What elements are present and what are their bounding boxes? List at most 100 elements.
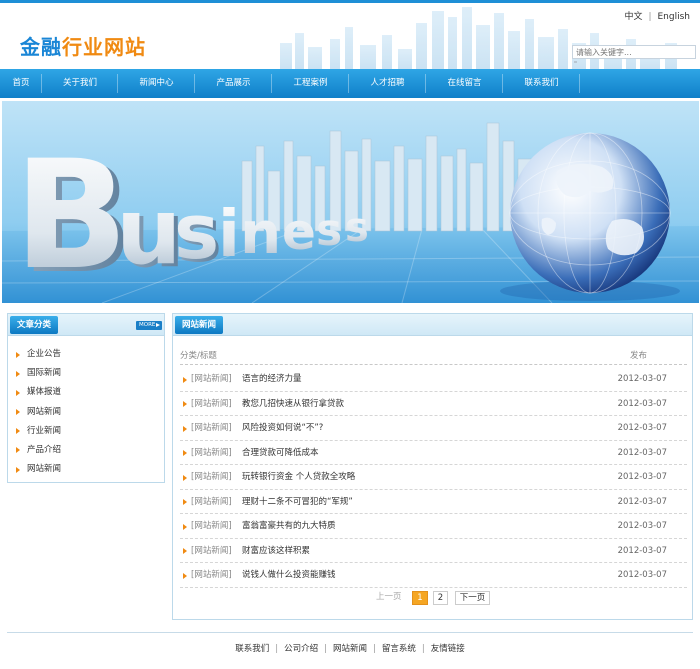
news-category-link[interactable]: [网站新闻]: [191, 441, 232, 465]
news-row: [网站新闻] 说钱人做什么投资能赚钱 2012-03-07: [180, 563, 687, 588]
news-title-link[interactable]: 教您几招快速从银行拿贷款: [242, 392, 344, 416]
news-title-link[interactable]: 语言的经济力量: [242, 367, 302, 391]
nav-filler: [580, 69, 700, 98]
news-category-link[interactable]: [网站新闻]: [191, 563, 232, 587]
svg-text:s: s: [345, 205, 369, 251]
nav-item-home[interactable]: 首页: [0, 69, 42, 98]
language-switch: 中文 | English: [624, 9, 690, 22]
news-row: [网站新闻] 合理贷款可降低成本 2012-03-07: [180, 441, 687, 465]
footer-link-guestbook[interactable]: 留言系统: [382, 644, 416, 654]
news-column-headers: 分类/标题 发布: [180, 348, 687, 365]
footer-link-about[interactable]: 公司介绍: [284, 644, 318, 654]
news-category-link[interactable]: [网站新闻]: [191, 465, 232, 489]
category-item[interactable]: 媒体报道: [16, 383, 164, 402]
news-row: [网站新闻] 教您几招快速从银行拿贷款 2012-03-07: [180, 392, 687, 416]
news-date: 2012-03-07: [617, 545, 667, 556]
news-title-link[interactable]: 风险投资如何说“不”?: [242, 416, 323, 440]
footer-separator: |: [324, 644, 327, 654]
banner-image: B B u u s s i n e s s: [2, 101, 699, 303]
news-category-link[interactable]: [网站新闻]: [191, 539, 232, 563]
more-button[interactable]: MORE: [136, 321, 162, 330]
header: 金融行业网站 中文 | English: [0, 3, 700, 69]
footer-link-contact[interactable]: 联系我们: [235, 644, 269, 654]
svg-text:n: n: [240, 199, 281, 267]
svg-text:s: s: [174, 187, 219, 276]
news-date: 2012-03-07: [617, 496, 667, 507]
news-date: 2012-03-07: [617, 570, 667, 580]
pagination-page[interactable]: 2: [433, 591, 448, 605]
pagination-page-current[interactable]: 1: [412, 591, 428, 605]
footer-separator: |: [373, 644, 376, 654]
news-list-box: 网站新闻 分类/标题 发布 [网站新闻] 语言的经济力量 2012-03-07 [网…: [172, 313, 693, 620]
nav-item-about[interactable]: 关于我们: [42, 69, 118, 98]
category-item[interactable]: 产品介绍: [16, 441, 164, 460]
bullet-arrow-icon: [183, 376, 187, 383]
news-category-link[interactable]: [网站新闻]: [191, 416, 232, 440]
news-title-link[interactable]: 说钱人做什么投资能赚钱: [242, 563, 336, 587]
category-label: 网站新闻: [27, 464, 62, 475]
bullet-arrow-icon: [183, 425, 187, 432]
sidebar-header: 文章分类 MORE: [8, 314, 164, 336]
sidebar-category-box: 文章分类 MORE 企业公告 国际新闻 媒体报道 网站新闻 行业新闻 产品介绍 …: [7, 313, 165, 483]
category-item[interactable]: 网站新闻: [16, 403, 164, 422]
nav-item-products[interactable]: 产品展示: [195, 69, 272, 98]
news-rows: [网站新闻] 语言的经济力量 2012-03-07 [网站新闻] 教您几招快速从银行拿…: [180, 367, 687, 588]
nav-item-contact[interactable]: 联系我们: [503, 69, 580, 98]
news-title-link[interactable]: 合理贷款可降低成本: [242, 441, 319, 465]
pagination: 上一页 1 2 下一页: [173, 589, 692, 605]
nav-item-guestbook[interactable]: 在线留言: [426, 69, 503, 98]
bullet-arrow-icon: [183, 548, 187, 554]
lang-chinese-link[interactable]: 中文: [624, 12, 642, 22]
nav-item-jobs[interactable]: 人才招聘: [349, 69, 426, 98]
search-submit-icon[interactable]: [574, 61, 577, 63]
site-logo[interactable]: 金融行业网站: [20, 31, 146, 60]
category-item[interactable]: 网站新闻: [16, 460, 164, 479]
news-header: 网站新闻: [173, 314, 692, 336]
bullet-arrow-icon: [16, 466, 20, 473]
news-category-link[interactable]: [网站新闻]: [191, 490, 232, 514]
news-row: [网站新闻] 财富应该这样积累 2012-03-07: [180, 539, 687, 563]
news-title-link[interactable]: 玩转银行资金 个人贷款全攻略: [242, 465, 355, 489]
news-date: 2012-03-07: [617, 398, 667, 409]
svg-text:i: i: [218, 198, 240, 272]
category-item[interactable]: 企业公告: [16, 345, 164, 364]
pagination-next[interactable]: 下一页: [455, 591, 490, 605]
column-header-category-title: 分类/标题: [180, 351, 217, 361]
category-item[interactable]: 国际新闻: [16, 364, 164, 383]
pagination-prev[interactable]: 上一页: [376, 591, 402, 605]
lang-english-link[interactable]: English: [658, 12, 691, 22]
news-row: [网站新闻] 玩转银行资金 个人贷款全攻略 2012-03-07: [180, 465, 687, 490]
news-category-link[interactable]: [网站新闻]: [191, 392, 232, 416]
nav-item-cases[interactable]: 工程案例: [272, 69, 349, 98]
bullet-arrow-icon: [183, 450, 187, 456]
main-navigation: 首页 关于我们 新闻中心 产品展示 工程案例 人才招聘 在线留言 联系我们: [0, 69, 700, 98]
category-list: 企业公告 国际新闻 媒体报道 网站新闻 行业新闻 产品介绍 网站新闻: [8, 336, 164, 479]
hero-banner: B B u u s s i n e s s: [2, 101, 699, 303]
bullet-arrow-icon: [16, 370, 20, 377]
news-category-link[interactable]: [网站新闻]: [191, 514, 232, 538]
footer-link-friends[interactable]: 友情链接: [431, 644, 465, 654]
bullet-arrow-icon: [183, 523, 187, 530]
svg-text:e: e: [282, 203, 316, 261]
news-title-link[interactable]: 财富应该这样积累: [242, 539, 310, 563]
search-input[interactable]: [572, 45, 696, 59]
news-date: 2012-03-07: [617, 447, 667, 458]
footer-link-news[interactable]: 网站新闻: [333, 644, 367, 654]
footer-links: 联系我们 | 公司介绍 | 网站新闻 | 留言系统 | 友情链接: [0, 642, 700, 654]
svg-text:B: B: [14, 129, 128, 303]
news-title-link[interactable]: 富翁富豪共有的九大特质: [242, 514, 336, 538]
news-date: 2012-03-07: [617, 374, 667, 384]
news-category-link[interactable]: [网站新闻]: [191, 367, 232, 391]
category-label: 行业新闻: [27, 425, 62, 436]
svg-text:u: u: [116, 178, 182, 285]
lang-separator: |: [648, 12, 652, 22]
category-item[interactable]: 行业新闻: [16, 422, 164, 441]
bullet-arrow-icon: [183, 572, 187, 579]
news-row: [网站新闻] 语言的经济力量 2012-03-07: [180, 367, 687, 392]
nav-item-news[interactable]: 新闻中心: [118, 69, 195, 98]
news-title-link[interactable]: 理财十二条不可冒犯的“军规”: [242, 490, 353, 514]
bullet-arrow-icon: [183, 474, 187, 481]
sidebar-title: 文章分类: [10, 316, 59, 334]
category-label: 产品介绍: [27, 444, 62, 455]
logo-text-primary: 金融: [20, 35, 62, 59]
